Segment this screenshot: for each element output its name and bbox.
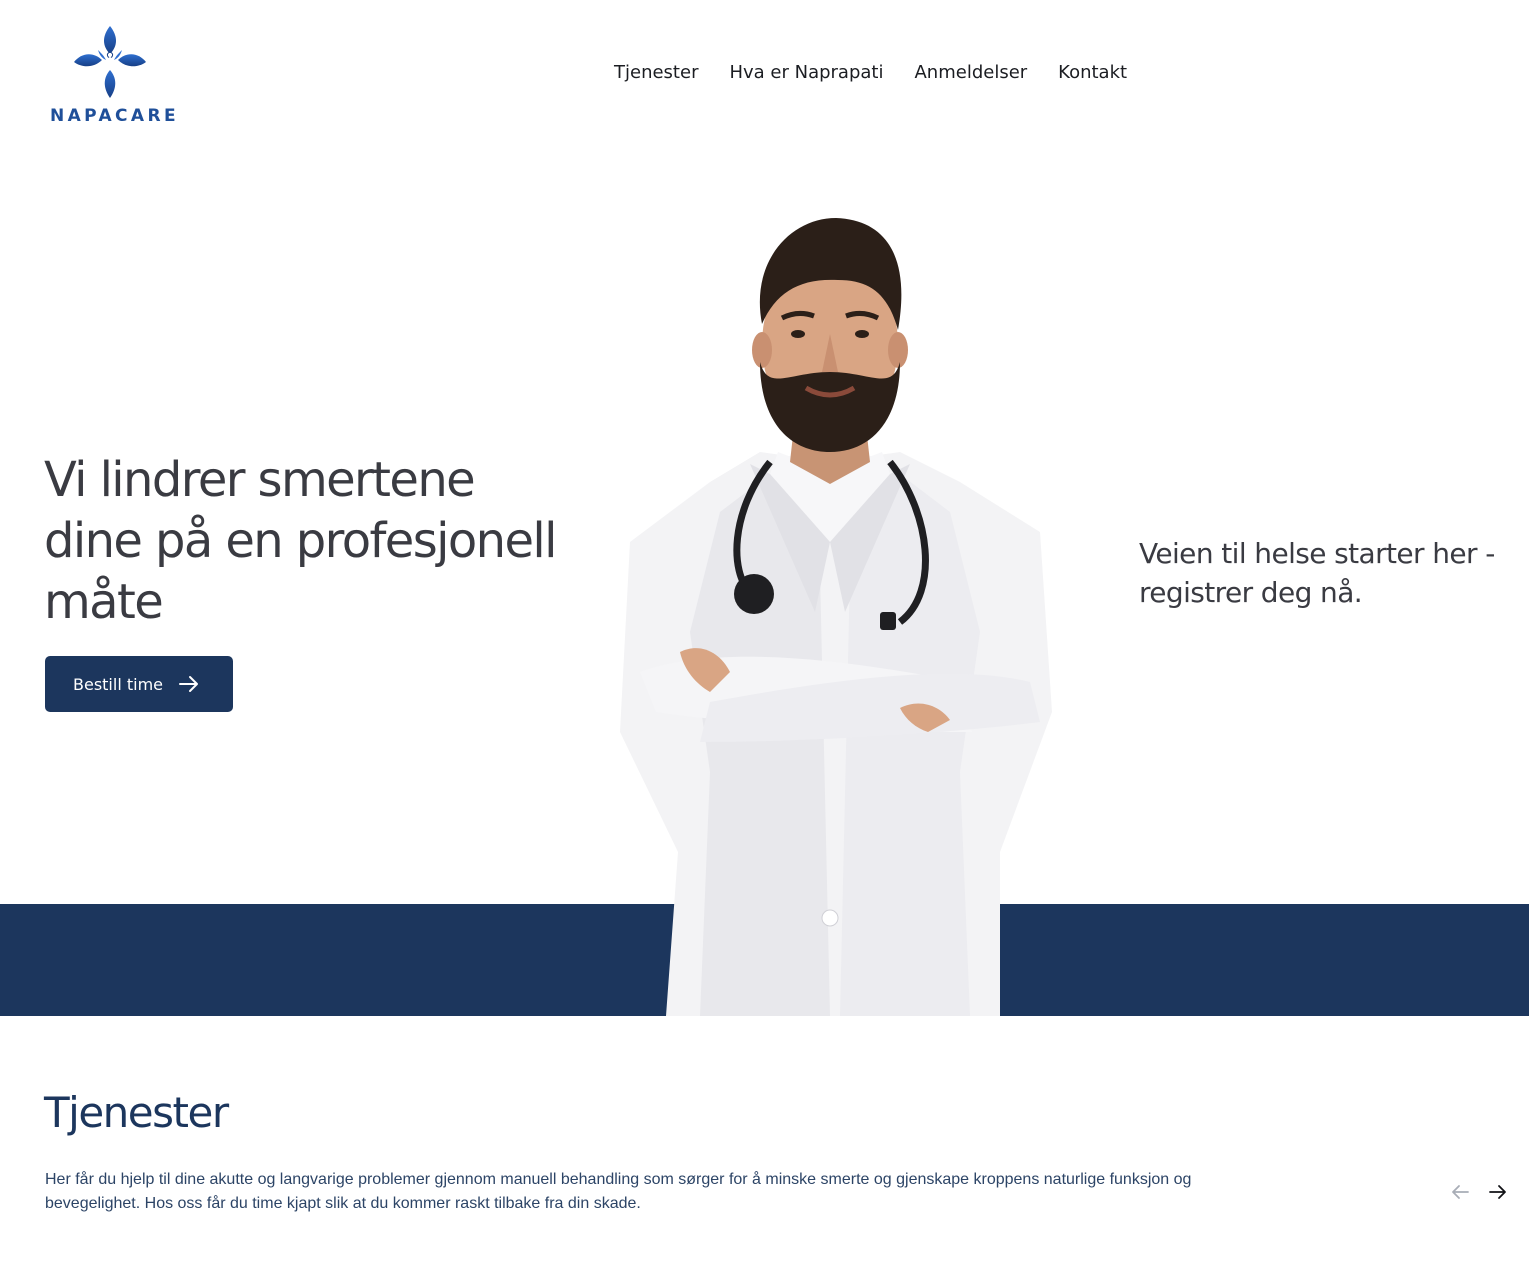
arrow-right-icon <box>1489 1185 1506 1199</box>
brand-name: NAPACARE <box>50 106 179 126</box>
nav-item-kontakt[interactable]: Kontakt <box>1058 62 1127 83</box>
doctor-photo <box>620 218 1052 1016</box>
nav-item-hva-er-naprapati[interactable]: Hva er Naprapati <box>729 62 883 83</box>
nav-item-tjenester[interactable]: Tjenester <box>614 62 698 83</box>
nav-item-anmeldelser[interactable]: Anmeldelser <box>914 62 1027 83</box>
main-nav: Tjenester Hva er Naprapati Anmeldelser K… <box>614 62 1127 83</box>
brand-logo[interactable]: NAPACARE <box>46 22 176 132</box>
hero-side-text: Veien til helse starter her - registrer … <box>1139 537 1495 609</box>
hero-title: Vi lindrer smertene dine på en profesjon… <box>44 452 557 630</box>
arrow-right-icon <box>179 675 199 693</box>
services-title: Tjenester <box>44 1088 229 1137</box>
book-appointment-label: Bestill time <box>73 674 163 694</box>
services-description: Her får du hjelp til dine akutte og lang… <box>45 1171 1192 1212</box>
carousel-next-button[interactable] <box>1486 1180 1510 1204</box>
flower-logo-icon <box>74 26 146 98</box>
book-appointment-button[interactable]: Bestill time <box>45 656 233 712</box>
arrow-left-icon <box>1452 1185 1469 1199</box>
carousel-prev-button[interactable] <box>1448 1180 1472 1204</box>
